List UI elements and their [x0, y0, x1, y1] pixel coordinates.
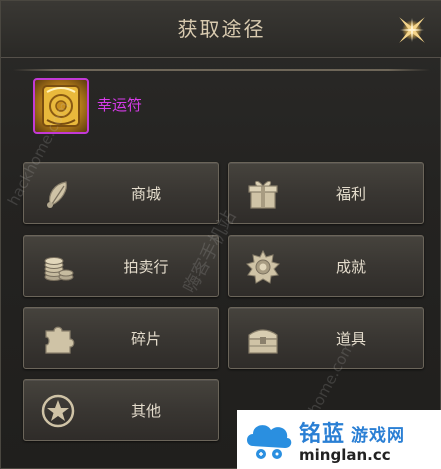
- cloud-gamepad-icon: [247, 425, 292, 459]
- achievement-badge-icon: [246, 249, 280, 284]
- title-divider: [13, 69, 430, 71]
- treasure-chest-icon: [248, 329, 278, 354]
- source-button-label: 碎片: [130, 330, 161, 348]
- shop-feather-icon: [47, 181, 67, 208]
- source-button-shop[interactable]: 商城: [23, 162, 219, 224]
- logo-url: minglan.cc: [299, 446, 391, 464]
- coin-stack-icon: [44, 257, 74, 281]
- source-button-other[interactable]: 其他: [23, 379, 219, 441]
- source-button-item[interactable]: 道具: [228, 307, 424, 369]
- source-button-label: 成就: [335, 258, 366, 276]
- close-star-icon: [399, 17, 425, 43]
- source-button-fragment[interactable]: 碎片: [23, 307, 219, 369]
- source-button-label: 商城: [130, 185, 161, 203]
- item-name: 幸运符: [97, 96, 143, 114]
- close-button[interactable]: [391, 9, 433, 51]
- source-button-welfare[interactable]: 福利: [228, 162, 424, 224]
- dialog-title: 获取途径: [177, 17, 266, 41]
- source-button-achievement[interactable]: 成就: [228, 235, 424, 297]
- puzzle-piece-icon: [45, 326, 75, 354]
- title-bar: 获取途径: [1, 1, 441, 58]
- source-button-label: 福利: [335, 185, 366, 203]
- star-circle-icon: [41, 394, 75, 428]
- logo-title: 铭蓝 游戏网: [299, 416, 405, 448]
- logo-name: 铭蓝: [299, 422, 346, 447]
- gift-box-icon: [248, 180, 278, 209]
- site-logo: 铭蓝 游戏网 minglan.cc: [237, 410, 441, 469]
- source-button-label: 其他: [130, 402, 161, 420]
- logo-subtitle: 游戏网: [351, 426, 406, 446]
